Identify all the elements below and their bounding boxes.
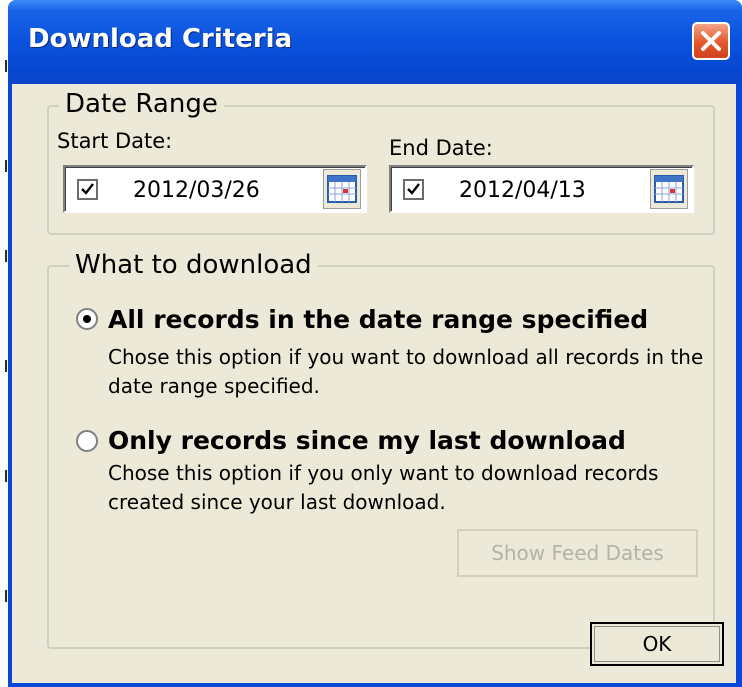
background-strip <box>0 0 8 687</box>
end-date-checkbox[interactable] <box>403 179 424 200</box>
end-date-label: End Date: <box>389 136 493 160</box>
show-feed-dates-button[interactable]: Show Feed Dates <box>457 529 698 577</box>
since-last-download-radio[interactable] <box>76 430 98 452</box>
background-mark <box>5 250 7 262</box>
close-icon <box>701 31 721 51</box>
all-records-option-label[interactable]: All records in the date range specified <box>108 305 648 334</box>
since-last-download-option-label[interactable]: Only records since my last download <box>108 426 626 455</box>
background-mark <box>5 60 7 72</box>
start-date-label: Start Date: <box>57 129 173 153</box>
title-bar[interactable]: Download Criteria <box>8 0 742 84</box>
radio-selected-dot <box>83 315 91 323</box>
calendar-icon <box>654 175 684 203</box>
background-mark <box>5 360 7 372</box>
dialog-window: Download Criteria Date Range Start Date:… <box>8 0 742 687</box>
checkmark-icon <box>81 183 94 195</box>
date-range-legend: Date Range <box>59 89 224 119</box>
dialog-body: Date Range Start Date: 2012/03/26 End Da… <box>12 84 736 683</box>
close-button[interactable] <box>692 22 730 60</box>
all-records-radio[interactable] <box>76 308 98 330</box>
start-date-picker[interactable]: 2012/03/26 <box>63 165 367 213</box>
ok-button[interactable]: OK <box>590 622 724 666</box>
background-mark <box>5 160 7 172</box>
since-last-download-option-description: Chose this option if you only want to do… <box>108 461 659 514</box>
what-to-download-legend: What to download <box>69 250 318 280</box>
end-date-picker[interactable]: 2012/04/13 <box>389 165 694 213</box>
start-date-value[interactable]: 2012/03/26 <box>133 178 260 203</box>
calendar-icon <box>327 175 357 203</box>
start-date-calendar-button[interactable] <box>323 169 361 209</box>
start-date-checkbox[interactable] <box>77 179 98 200</box>
all-records-option-description: Chose this option if you want to downloa… <box>108 345 704 398</box>
background-mark <box>5 590 7 602</box>
end-date-calendar-button[interactable] <box>650 169 688 209</box>
end-date-value[interactable]: 2012/04/13 <box>459 178 586 203</box>
window-title: Download Criteria <box>28 24 293 54</box>
checkmark-icon <box>407 183 420 195</box>
background-mark <box>5 470 7 482</box>
ok-button-label: OK <box>642 632 672 656</box>
